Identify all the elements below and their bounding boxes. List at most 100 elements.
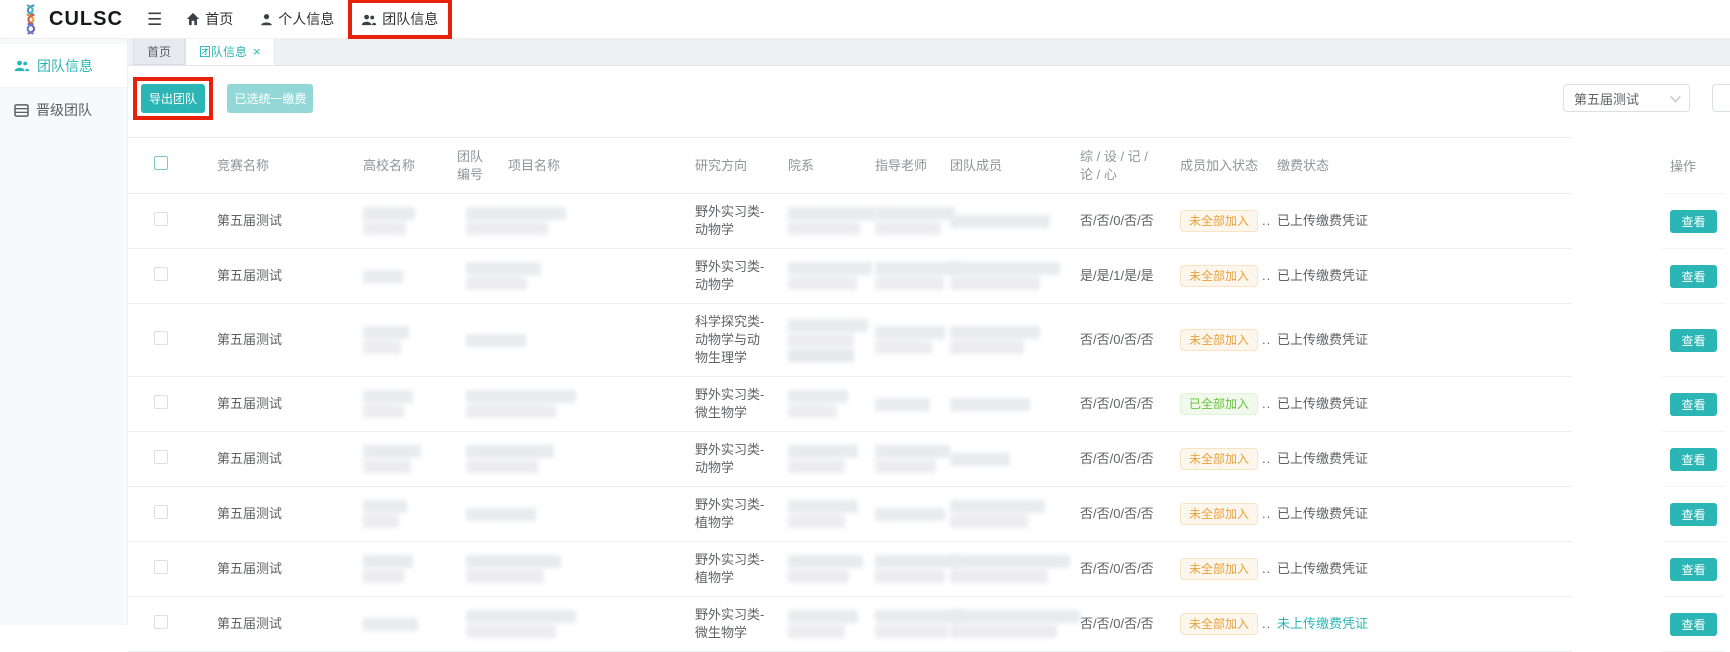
row-checkbox[interactable] bbox=[154, 505, 168, 519]
research-direction: 科学探究类-动物学与动物生理学 bbox=[679, 304, 775, 376]
project-name-blurred bbox=[493, 251, 679, 301]
member-join-status-cell: 未全部加入.. bbox=[1169, 320, 1262, 360]
university-name-blurred bbox=[346, 259, 441, 294]
blurred-private-text bbox=[875, 398, 929, 411]
university-name-blurred bbox=[346, 544, 441, 594]
nav-item-label: 个人信息 bbox=[278, 9, 334, 29]
payment-status: 已上传缴费凭证 bbox=[1277, 561, 1368, 576]
home-icon bbox=[186, 12, 200, 26]
nav-item-profile[interactable]: 个人信息 bbox=[260, 9, 334, 29]
blurred-private-text bbox=[788, 555, 853, 583]
competition-name: 第五届测试 bbox=[200, 258, 346, 294]
advisor-blurred bbox=[863, 196, 939, 246]
table-row: 第五届测试野外实习类-动物学是/是/1/是/是未全部加入..已上传缴费凭证查看 bbox=[128, 249, 1730, 304]
blurred-private-text bbox=[950, 262, 1059, 290]
nav-item-label: 首页 bbox=[205, 9, 233, 29]
blurred-private-text bbox=[788, 319, 853, 362]
summary-flags: 否/否/0/否/否 bbox=[1069, 496, 1169, 532]
nav-item-home[interactable]: 首页 bbox=[186, 9, 233, 29]
blurred-private-text bbox=[788, 207, 853, 235]
col-header-direction: 研究方向 bbox=[679, 148, 775, 184]
team-members-blurred bbox=[939, 387, 1069, 422]
sidebar-item-team-info[interactable]: 团队信息 bbox=[0, 44, 127, 88]
team-members-blurred bbox=[939, 315, 1069, 365]
table-row: 第五届测试科学探究类-动物学与动物生理学否/否/0/否/否未全部加入..已上传缴… bbox=[128, 304, 1730, 377]
payment-status: 已上传缴费凭证 bbox=[1277, 332, 1368, 347]
close-icon[interactable]: × bbox=[253, 45, 261, 58]
blurred-private-text bbox=[363, 207, 431, 235]
university-name-blurred bbox=[346, 315, 441, 365]
list-table-icon bbox=[14, 104, 29, 117]
member-join-status-cell: 已全部加入.. bbox=[1169, 384, 1262, 424]
payment-status: 已上传缴费凭证 bbox=[1277, 268, 1368, 283]
view-button[interactable]: 查看 bbox=[1670, 210, 1717, 233]
team-members-blurred bbox=[939, 442, 1069, 477]
sidebar: 团队信息 晋级团队 bbox=[0, 39, 128, 625]
blurred-private-text bbox=[950, 500, 1059, 528]
research-direction: 野外实习类-微生物学 bbox=[679, 597, 775, 651]
view-button[interactable]: 查看 bbox=[1670, 393, 1717, 416]
view-button[interactable]: 查看 bbox=[1670, 448, 1717, 471]
view-button[interactable]: 查看 bbox=[1670, 613, 1717, 636]
blurred-private-text bbox=[875, 262, 929, 290]
blurred-private-text bbox=[875, 326, 929, 354]
view-button[interactable]: 查看 bbox=[1670, 329, 1717, 352]
clipped-edge-button[interactable] bbox=[1712, 84, 1730, 112]
research-direction: 野外实习类-动物学 bbox=[679, 432, 775, 486]
row-checkbox[interactable] bbox=[154, 212, 168, 226]
advisor-blurred bbox=[863, 434, 939, 484]
row-checkbox[interactable] bbox=[154, 331, 168, 345]
payment-status: 已上传缴费凭证 bbox=[1277, 213, 1368, 228]
blurred-private-text bbox=[950, 215, 1059, 228]
payment-status: 未上传缴费凭证 bbox=[1277, 616, 1368, 631]
department-blurred bbox=[775, 489, 863, 539]
view-button[interactable]: 查看 bbox=[1670, 558, 1717, 581]
university-name-blurred bbox=[346, 489, 441, 539]
tab-team-info[interactable]: 团队信息 × bbox=[185, 39, 275, 65]
blurred-private-text bbox=[788, 445, 853, 473]
tab-label: 首页 bbox=[147, 43, 171, 60]
table-header-row: 竞赛名称 高校名称 团队编号 项目名称 研究方向 院系 指导老师 团队成员 综 … bbox=[128, 137, 1730, 194]
session-select[interactable]: 第五届测试 bbox=[1563, 84, 1690, 112]
university-name-blurred bbox=[346, 196, 441, 246]
hamburger-menu-icon[interactable]: ☰ bbox=[147, 11, 162, 28]
research-direction: 野外实习类-动物学 bbox=[679, 249, 775, 303]
member-join-status-badge: 未全部加入 bbox=[1180, 448, 1258, 470]
export-team-button[interactable]: 导出团队 bbox=[141, 84, 205, 113]
summary-flags: 否/否/0/否/否 bbox=[1069, 551, 1169, 587]
blurred-private-text bbox=[875, 610, 929, 638]
user-icon bbox=[260, 13, 273, 26]
tab-home[interactable]: 首页 bbox=[133, 39, 185, 65]
row-checkbox[interactable] bbox=[154, 615, 168, 629]
sidebar-item-promoted-teams[interactable]: 晋级团队 bbox=[0, 88, 127, 132]
project-name-blurred bbox=[493, 323, 679, 358]
department-blurred bbox=[775, 308, 863, 373]
blurred-private-text bbox=[875, 555, 929, 583]
member-join-status-cell: 未全部加入.. bbox=[1169, 439, 1262, 479]
row-checkbox[interactable] bbox=[154, 450, 168, 464]
summary-flags: 否/否/0/否/否 bbox=[1069, 606, 1169, 642]
table-row: 第五届测试野外实习类-动物学否/否/0/否/否未全部加入..已上传缴费凭证查看 bbox=[128, 194, 1730, 249]
nav-item-team-info[interactable]: 团队信息 bbox=[361, 9, 438, 29]
member-join-status-cell: 未全部加入.. bbox=[1169, 201, 1262, 241]
row-checkbox[interactable] bbox=[154, 267, 168, 281]
project-name-blurred bbox=[493, 196, 679, 246]
blurred-private-text bbox=[466, 334, 669, 347]
tab-bar: 首页 团队信息 × bbox=[128, 39, 1730, 66]
col-header-project: 项目名称 bbox=[493, 148, 679, 184]
team-members-blurred bbox=[939, 489, 1069, 539]
team-members-blurred bbox=[939, 204, 1069, 239]
row-checkbox[interactable] bbox=[154, 395, 168, 409]
advisor-blurred bbox=[863, 544, 939, 594]
view-button[interactable]: 查看 bbox=[1670, 265, 1717, 288]
selected-unified-payment-button[interactable]: 已选统一缴费 bbox=[227, 84, 313, 113]
col-header-department: 院系 bbox=[775, 148, 863, 184]
blurred-private-text bbox=[466, 262, 669, 290]
select-all-checkbox[interactable] bbox=[154, 156, 168, 170]
col-header-university: 高校名称 bbox=[346, 148, 441, 184]
blurred-private-text bbox=[788, 610, 853, 638]
row-checkbox[interactable] bbox=[154, 560, 168, 574]
view-button[interactable]: 查看 bbox=[1670, 503, 1717, 526]
toolbar: 导出团队 已选统一缴费 第五届测试 bbox=[128, 66, 1730, 137]
blurred-private-text bbox=[466, 555, 669, 583]
